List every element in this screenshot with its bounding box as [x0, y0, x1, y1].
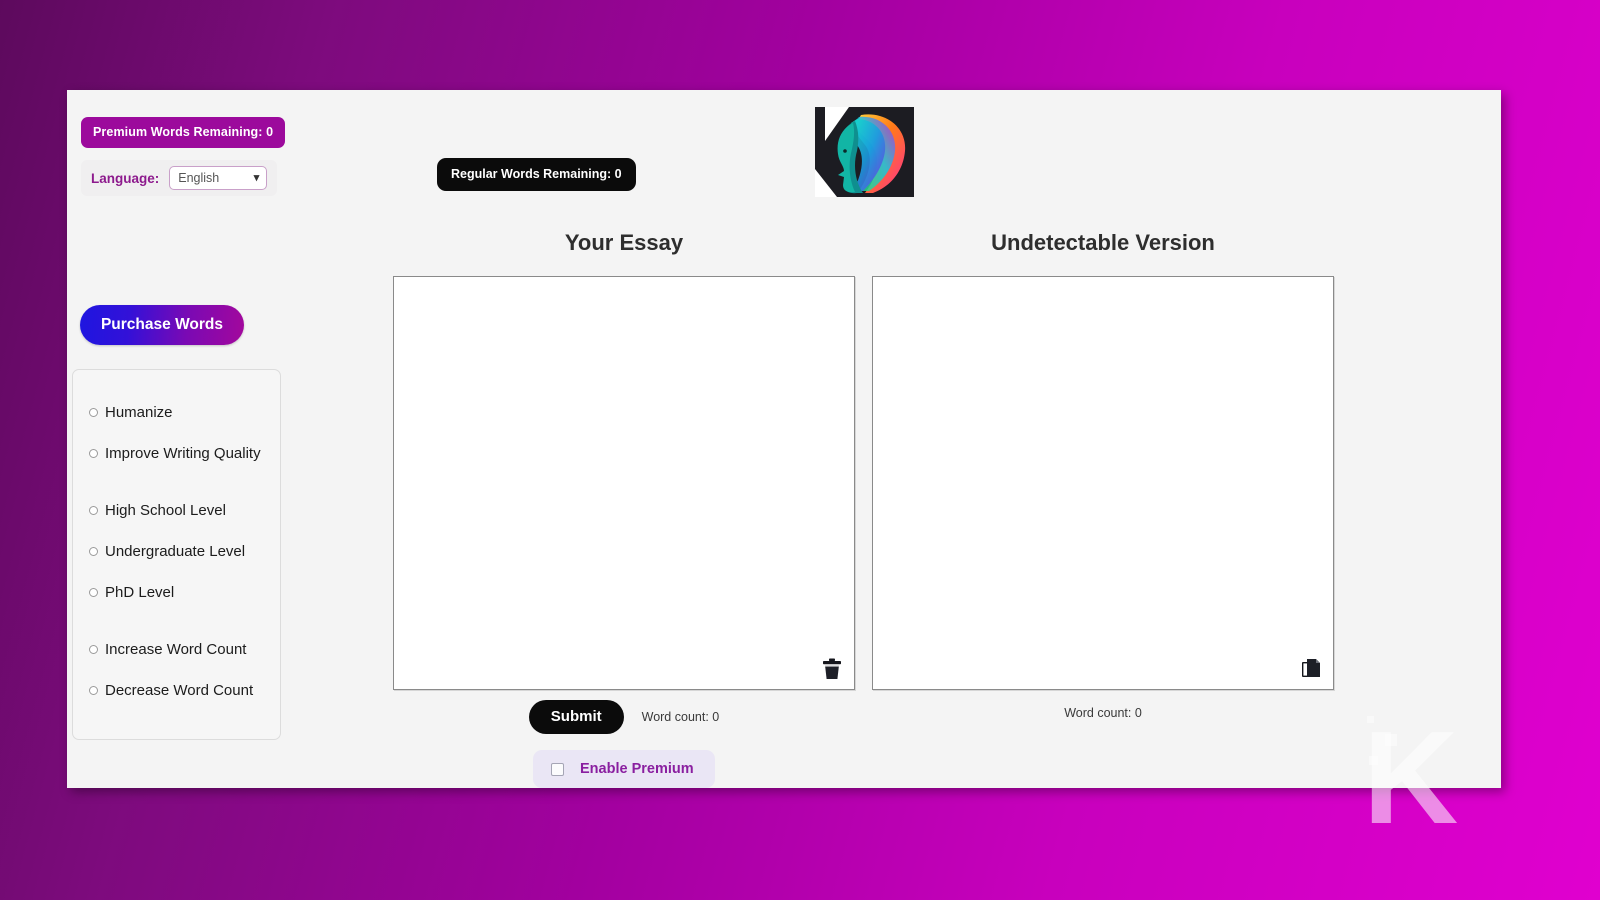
premium-words-remaining-badge: Premium Words Remaining: 0: [81, 117, 286, 148]
sidebar: Premium Words Remaining: 0 Language: Eng…: [67, 90, 297, 788]
submit-row: Submit Word count: 0: [393, 700, 855, 734]
enable-premium-checkbox[interactable]: [551, 762, 564, 776]
option-high-school-level[interactable]: High School Level: [89, 490, 280, 531]
option-label: PhD Level: [105, 584, 175, 601]
colorful-face-profile-logo-icon: [815, 107, 914, 197]
submit-button[interactable]: Submit: [528, 700, 624, 734]
radio-icon[interactable]: [89, 686, 98, 695]
left-pane-title: Your Essay: [564, 230, 684, 255]
radio-icon[interactable]: [89, 645, 98, 654]
option-increase-word-count[interactable]: Increase Word Count: [89, 629, 280, 670]
option-label: Increase Word Count: [105, 641, 247, 658]
app-card: Premium Words Remaining: 0 Language: Eng…: [67, 90, 1501, 788]
option-label: Improve Writing Quality: [105, 445, 261, 462]
option-label: Undergraduate Level: [105, 543, 246, 560]
radio-icon[interactable]: [89, 408, 98, 417]
radio-icon[interactable]: [89, 506, 98, 515]
radio-icon[interactable]: [89, 547, 98, 556]
right-pane-title: Undetectable Version: [991, 230, 1215, 255]
undetectable-output-textarea[interactable]: [872, 276, 1334, 690]
trash-icon[interactable]: [821, 657, 843, 681]
option-phd-level[interactable]: PhD Level: [89, 572, 280, 613]
language-selector-row: Language: English ▾: [81, 160, 278, 196]
left-word-count: Word count: 0: [641, 710, 720, 724]
essay-input-textarea[interactable]: [393, 276, 855, 690]
option-label: Humanize: [105, 404, 173, 421]
option-label: High School Level: [105, 502, 226, 519]
radio-icon[interactable]: [89, 449, 98, 458]
option-undergraduate-level[interactable]: Undergraduate Level: [89, 531, 280, 572]
right-word-count: Word count: 0: [1064, 706, 1142, 720]
enable-premium-panel[interactable]: Enable Premium: [533, 750, 715, 788]
copy-icon[interactable]: [1300, 657, 1322, 681]
purchase-words-button[interactable]: Purchase Words: [80, 305, 244, 345]
option-decrease-word-count[interactable]: Decrease Word Count: [89, 670, 280, 711]
options-panel: Humanize Improve Writing Quality High Sc…: [72, 369, 281, 740]
regular-words-remaining-badge: Regular Words Remaining: 0: [437, 158, 636, 191]
language-select-wrapper: English ▾: [169, 166, 268, 190]
radio-icon[interactable]: [89, 588, 98, 597]
option-improve-writing-quality[interactable]: Improve Writing Quality: [89, 433, 280, 474]
option-label: Decrease Word Count: [105, 682, 254, 699]
option-humanize[interactable]: Humanize: [89, 392, 280, 433]
enable-premium-label: Enable Premium: [580, 761, 694, 777]
language-label: Language:: [91, 170, 160, 186]
language-select[interactable]: English: [169, 166, 268, 190]
